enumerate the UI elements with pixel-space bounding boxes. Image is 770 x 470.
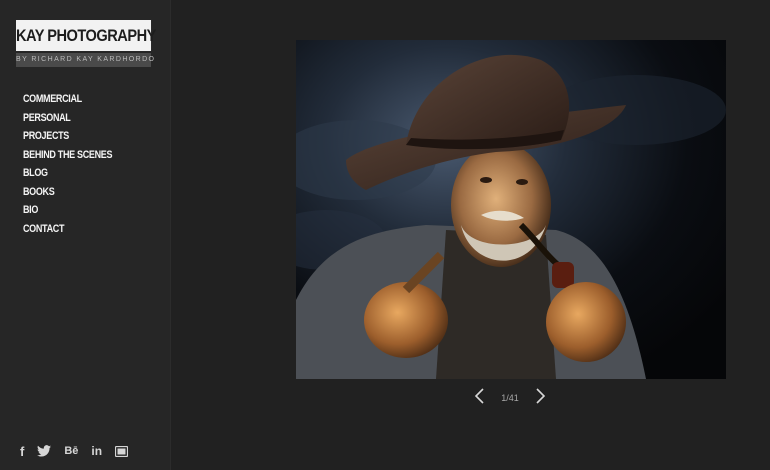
- nav-item-blog[interactable]: BLOG: [23, 164, 112, 183]
- twitter-bird-glyph: [37, 445, 52, 457]
- image-counter: 1/41: [501, 393, 519, 403]
- facebook-icon[interactable]: f: [20, 443, 24, 459]
- sidebar: KAY PHOTOGRAPHY BY RICHARD KAY KARDHORDO…: [0, 0, 171, 470]
- gallery-pager: 1/41: [470, 388, 550, 408]
- chevron-right-glyph: [536, 388, 546, 404]
- gallery-photo[interactable]: [296, 40, 726, 379]
- nav-item-projects[interactable]: PROJECTS: [23, 127, 112, 146]
- chevron-left-glyph: [474, 388, 484, 404]
- nav-item-bio[interactable]: BIO: [23, 201, 112, 220]
- mail-glyph: [115, 445, 129, 457]
- prev-arrow-icon[interactable]: [470, 388, 488, 408]
- page: KAY PHOTOGRAPHY BY RICHARD KAY KARDHORDO…: [0, 0, 770, 470]
- logo-subtitle: BY RICHARD KAY KARDHORDO: [16, 53, 154, 67]
- main-nav: COMMERCIAL PERSONAL PROJECTS BEHIND THE …: [23, 90, 132, 238]
- portrait-illustration: [296, 40, 726, 379]
- behance-icon[interactable]: Bē: [64, 443, 78, 459]
- nav-item-books[interactable]: BOOKS: [23, 183, 112, 202]
- nav-item-personal[interactable]: PERSONAL: [23, 109, 112, 128]
- nav-item-behind-the-scenes[interactable]: BEHIND THE SCENES: [23, 146, 112, 165]
- nav-item-commercial[interactable]: COMMERCIAL: [23, 90, 112, 109]
- linkedin-icon[interactable]: in: [91, 443, 102, 459]
- nav-item-contact[interactable]: CONTACT: [23, 220, 112, 239]
- next-arrow-icon[interactable]: [532, 388, 550, 408]
- twitter-icon[interactable]: [37, 443, 52, 459]
- site-logo[interactable]: KAY PHOTOGRAPHY BY RICHARD KAY KARDHORDO: [16, 20, 156, 67]
- social-links: f Bē in: [20, 443, 129, 459]
- logo-title: KAY PHOTOGRAPHY: [16, 20, 156, 51]
- mail-icon[interactable]: [115, 443, 129, 459]
